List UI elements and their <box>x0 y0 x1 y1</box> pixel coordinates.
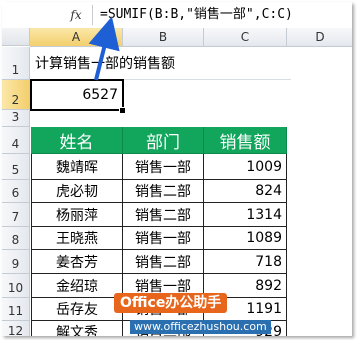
column-header-a[interactable]: A <box>30 28 123 47</box>
table-header-name[interactable]: 姓名 <box>31 127 123 154</box>
fx-icon: fx <box>70 8 82 22</box>
watermark-url: www.officezhushou.com <box>130 320 271 334</box>
cell-name[interactable]: 杨丽萍 <box>31 203 123 227</box>
cell-name[interactable]: 虎必韧 <box>31 180 123 203</box>
cell-department[interactable]: 销售二部 <box>123 250 204 274</box>
row-header-9[interactable]: 9 <box>2 250 30 274</box>
cell-department[interactable]: 销售一部 <box>123 227 204 250</box>
row-header-5[interactable]: 5 <box>2 154 30 180</box>
cell-department[interactable]: 销售一部 <box>123 154 204 180</box>
cell-sales[interactable]: 824 <box>204 180 287 203</box>
row-header-1[interactable]: 1 <box>2 47 30 80</box>
fill-handle[interactable] <box>119 107 126 114</box>
column-header-d[interactable]: D <box>287 28 352 47</box>
row-header-12[interactable]: 12 <box>2 321 30 336</box>
cell-sales[interactable]: 1314 <box>204 203 287 227</box>
spreadsheet-window: fx =SUMIF(B:B,"销售一部",C:C) A B C D 1 2 3 … <box>2 2 352 336</box>
insert-function-button[interactable]: fx <box>60 5 93 25</box>
cell-sales[interactable]: 718 <box>204 250 287 274</box>
row-header-8[interactable]: 8 <box>2 227 30 250</box>
row-header-2[interactable]: 2 <box>2 80 30 110</box>
cell-a1[interactable]: 计算销售一部的销售额 <box>31 47 291 80</box>
cell-a2[interactable]: 6527 <box>31 80 123 110</box>
row-header-6[interactable]: 6 <box>2 180 30 203</box>
cell-name[interactable]: 魏靖晖 <box>31 154 123 180</box>
watermark-badge: Office办公助手 <box>114 293 228 313</box>
select-all-corner[interactable] <box>2 28 30 46</box>
cell-name[interactable]: 王晓燕 <box>31 227 123 250</box>
row-header-3[interactable]: 3 <box>2 110 30 127</box>
cell-name[interactable]: 解文秀 <box>31 321 123 336</box>
cell-department[interactable]: 销售二部 <box>123 180 204 203</box>
row-header-7[interactable]: 7 <box>2 203 30 227</box>
table-header-sales[interactable]: 销售额 <box>204 127 287 154</box>
cell-sales[interactable]: 1089 <box>204 227 287 250</box>
cell-name[interactable]: 岳存友 <box>31 298 123 321</box>
table-header-department[interactable]: 部门 <box>123 127 204 154</box>
cell-name[interactable]: 金绍琼 <box>31 274 123 298</box>
formula-bar: fx =SUMIF(B:B,"销售一部",C:C) <box>2 2 352 29</box>
row-header-11[interactable]: 11 <box>2 298 30 321</box>
row-header-4[interactable]: 4 <box>2 127 30 154</box>
row-header-10[interactable]: 10 <box>2 274 30 298</box>
formula-input[interactable]: =SUMIF(B:B,"销售一部",C:C) <box>100 5 293 25</box>
cell-sales[interactable]: 1009 <box>204 154 287 180</box>
cell-name[interactable]: 姜杏芳 <box>31 250 123 274</box>
column-header-b[interactable]: B <box>123 28 204 47</box>
column-header-c[interactable]: C <box>204 28 287 47</box>
cell-department[interactable]: 销售二部 <box>123 203 204 227</box>
